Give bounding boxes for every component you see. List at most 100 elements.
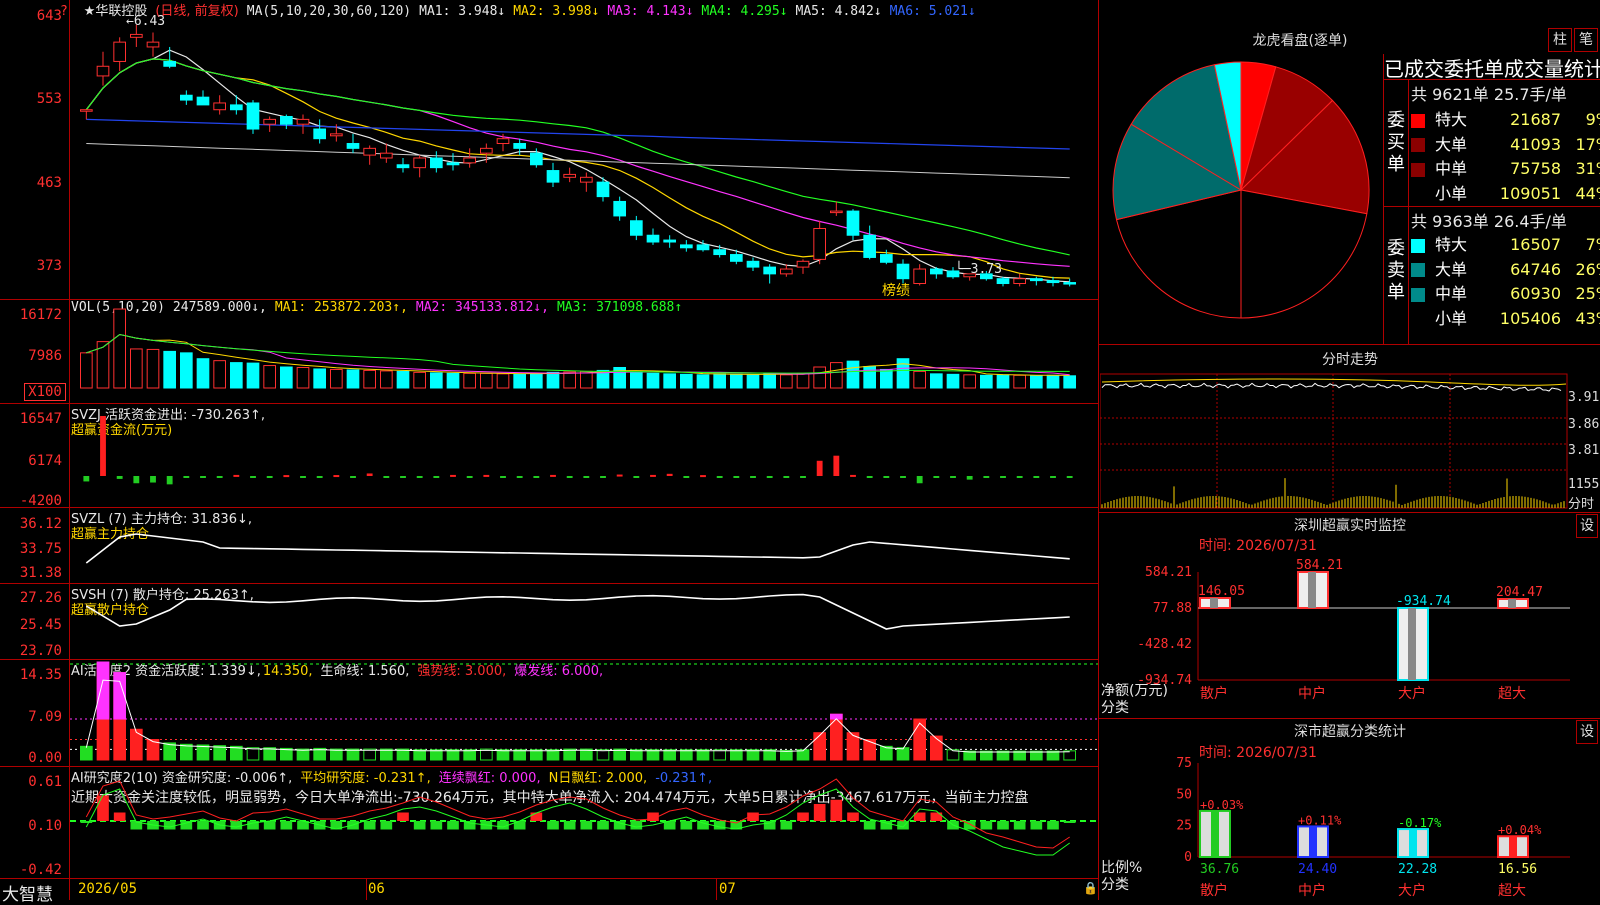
sell-pct-0: 7%	[1585, 235, 1600, 254]
sell-pct-3: 43%	[1575, 308, 1600, 328]
tick-mode-button[interactable]: 笔	[1574, 28, 1598, 52]
szc-cat-0: 散户	[1200, 882, 1228, 899]
svzj-bar	[983, 476, 990, 478]
sell-header: 共 9363单 26.4手/单	[1411, 212, 1567, 231]
svzj-bar	[950, 476, 956, 478]
volume-bar	[696, 374, 710, 389]
ai-active-bar	[346, 748, 360, 761]
buy-row-3[interactable]: 小单 109051 44%	[1411, 180, 1600, 204]
szm-tick-2: -428.42	[1137, 637, 1192, 652]
sell-pct-2: 25%	[1575, 284, 1600, 303]
svzj-bar	[100, 416, 106, 476]
candle-body	[863, 234, 876, 258]
volume-bar	[830, 362, 843, 389]
bar-mode-button[interactable]: 柱	[1548, 28, 1572, 52]
volume-bar	[396, 370, 410, 389]
ai-active-bar	[213, 745, 226, 761]
ai-active-bar	[180, 743, 193, 761]
candle-body	[163, 60, 177, 67]
volume-bar	[346, 369, 360, 389]
vol-tick-0: 16172	[19, 307, 62, 323]
candle-body	[813, 227, 826, 260]
dragon-pie-chart[interactable]	[1099, 60, 1379, 340]
volume-bar	[263, 365, 276, 389]
ma-legend-item-5: MA6: 5.021↓	[889, 4, 976, 19]
research-bar	[597, 821, 609, 830]
volume-bar	[846, 360, 860, 389]
candle-body	[1063, 282, 1076, 285]
svzj-bar	[516, 476, 523, 478]
svzj-bar	[666, 473, 673, 476]
buy-value-0: 21687	[1510, 110, 1561, 129]
buy-name-0: 特大	[1435, 110, 1468, 129]
buy-value-2: 75758	[1510, 159, 1561, 178]
research-bar	[563, 821, 576, 830]
volume-bar	[646, 372, 660, 389]
buy-pct-0: 9%	[1585, 110, 1600, 129]
research-bar	[1047, 821, 1059, 830]
star-icon: ★	[83, 4, 96, 19]
volume-bar	[513, 373, 527, 389]
fenshi-chart[interactable]	[1100, 370, 1568, 510]
ai-active-bar	[380, 748, 393, 761]
sz-class-settings-button[interactable]: 设	[1576, 720, 1598, 744]
candle-body	[530, 152, 543, 166]
candle-body	[96, 65, 110, 77]
volume-bar	[146, 348, 160, 389]
research-bar	[1063, 821, 1076, 823]
svzj-bar	[166, 476, 173, 485]
sell-row-0[interactable]: 特大 16507 7%	[1411, 231, 1600, 255]
date-label-1: 06	[368, 881, 385, 897]
ai-active-chart[interactable]	[70, 660, 1098, 766]
vol-unit[interactable]: X100	[24, 383, 66, 401]
buy-row-0[interactable]: 特大 21687 9%	[1411, 106, 1600, 130]
svzj-bar	[533, 476, 540, 478]
low-value: 3.73	[970, 262, 1002, 277]
svzj-chart[interactable]	[70, 404, 1098, 507]
szc-bar-core-2	[1409, 829, 1417, 857]
buy-row-2[interactable]: 中单 75758 31%	[1411, 155, 1600, 179]
sell-row-2[interactable]: 中单 60930 25%	[1411, 280, 1600, 304]
sz-monitor-chart[interactable]: 584.21 77.88 -428.42 -934.74 146.05 散户 584.21 中…	[1100, 548, 1600, 718]
svzj-tick-1: 6174	[28, 453, 62, 469]
szm-cat-2: 大户	[1398, 685, 1426, 702]
svzj-bar	[700, 475, 706, 478]
research-bar	[680, 821, 693, 830]
szc-chg-2: -0.17%	[1398, 816, 1442, 830]
svzj-bar	[150, 476, 156, 483]
volume-bar	[330, 368, 343, 389]
svzj-bar	[716, 476, 723, 478]
svzj-bar	[1066, 476, 1073, 478]
volume-chart[interactable]	[70, 300, 1098, 403]
lock-icon[interactable]: 🔒	[1083, 881, 1098, 895]
szc-tick-1: 50	[1176, 787, 1192, 802]
research-bar	[697, 821, 709, 830]
sell-value-1: 64746	[1510, 259, 1561, 279]
buy-row-1[interactable]: 大单 41093 17%	[1411, 131, 1600, 155]
svzj-bar	[200, 476, 206, 478]
research-bar	[847, 812, 859, 821]
price-chart[interactable]	[70, 18, 1098, 298]
svzj-bar	[883, 476, 890, 478]
sz-class-chart[interactable]: 75 50 25 0 +0.03% 36.76 散户 +0.11% 24.40 中户 -0.17% 2…	[1100, 755, 1600, 900]
date-label-0: 2026/05	[78, 881, 138, 897]
candle-body	[630, 220, 643, 236]
sell-row-1[interactable]: 大单 64746 26%	[1411, 256, 1600, 280]
volume-bar	[280, 366, 293, 389]
volume-bar	[363, 369, 377, 389]
szm-bar-label-1: 584.21	[1296, 558, 1343, 573]
szc-cat-1: 中户	[1298, 882, 1326, 899]
volume-bar	[630, 371, 643, 389]
sz-monitor-settings-button[interactable]: 设	[1576, 514, 1598, 538]
svzj-bar	[500, 476, 506, 478]
sell-label: 委卖单	[1387, 238, 1405, 303]
svsh-tick-0: 27.26	[19, 590, 62, 606]
szc-value-1: 24.40	[1298, 862, 1337, 877]
dragon-subtitle: 已成交委托单成交量统计	[1384, 57, 1600, 81]
candle-body	[563, 173, 577, 178]
fenshi-top-border	[1099, 344, 1600, 345]
svsh-chart[interactable]	[70, 584, 1098, 659]
sell-row-3[interactable]: 小单 105406 43%	[1411, 305, 1600, 329]
ai-research-chart[interactable]	[70, 767, 1098, 878]
svzl-chart[interactable]	[70, 508, 1098, 583]
